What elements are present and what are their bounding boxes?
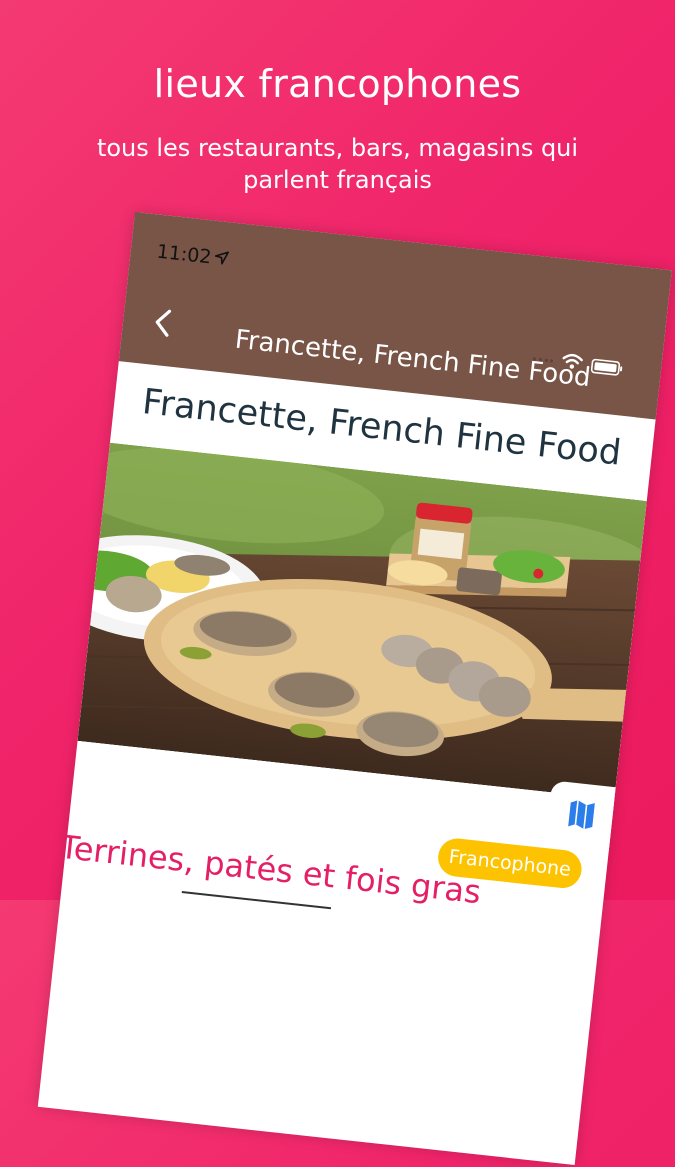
map-button[interactable] [545, 780, 616, 851]
location-arrow-icon [214, 251, 229, 265]
promo-title: lieux francophones [153, 62, 522, 106]
food-photo-illustration [77, 442, 647, 800]
heading-divider [181, 891, 332, 910]
map-icon [568, 800, 595, 830]
promo-subtitle: tous les restaurants, bars, magasins qui… [96, 134, 579, 194]
phone-screen: 11:02 Francette, French Fine Food France… [37, 212, 672, 1166]
chevron-left-icon[interactable] [152, 307, 175, 339]
place-photo [77, 442, 647, 800]
app-bar-title: Francette, French Fine Food [233, 324, 593, 394]
status-time: 11:02 [155, 240, 213, 269]
